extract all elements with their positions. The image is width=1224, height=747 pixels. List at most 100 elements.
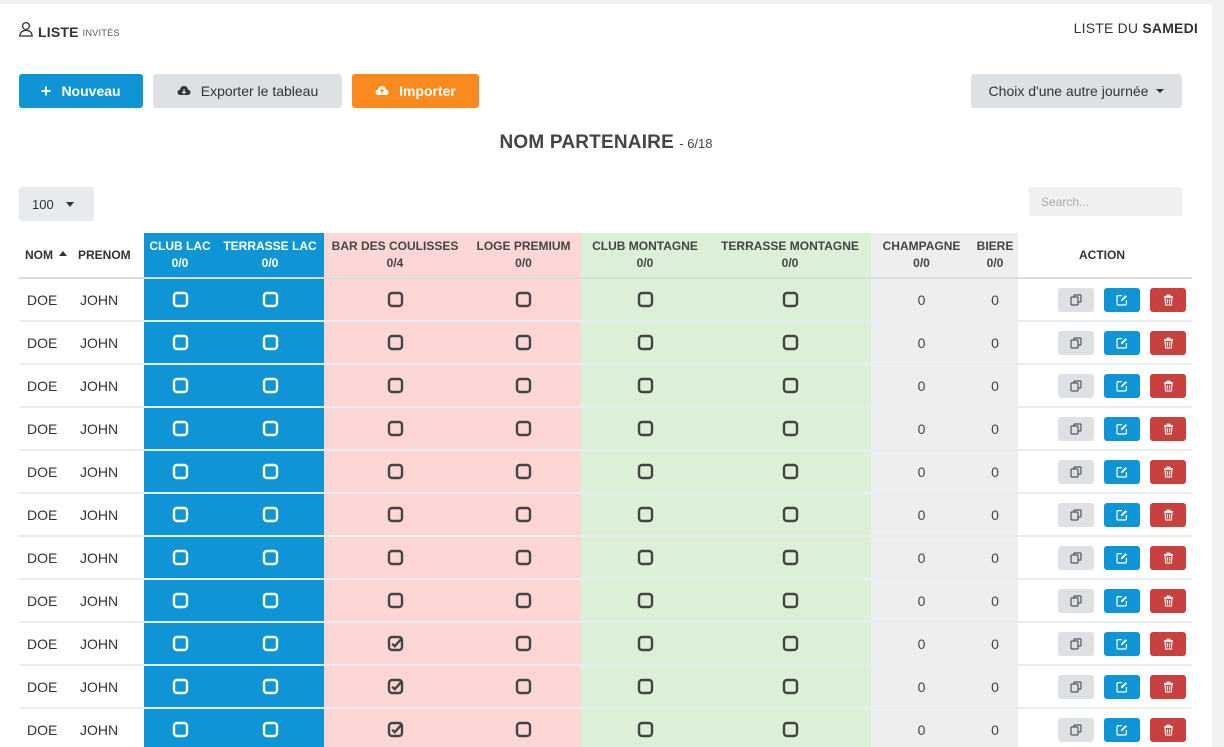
checkbox-icon[interactable] (387, 334, 404, 351)
checkbox-icon[interactable] (515, 721, 532, 738)
delete-button[interactable] (1150, 631, 1186, 656)
checkbox-icon[interactable] (262, 549, 279, 566)
duplicate-button[interactable] (1058, 416, 1094, 441)
checkbox-icon[interactable] (262, 463, 279, 480)
col-header-club-montagne[interactable]: CLUB MONTAGNE 0/0 (581, 233, 709, 279)
edit-button[interactable] (1104, 631, 1140, 656)
checkbox-icon[interactable] (782, 592, 799, 609)
col-header-terrasse-montagne[interactable]: TERRASSE MONTAGNE 0/0 (709, 233, 871, 279)
cell-biere[interactable]: 0 (972, 665, 1018, 709)
checkbox-checked-icon[interactable] (387, 635, 404, 652)
cell-champagne[interactable]: 0 (871, 407, 972, 451)
cell-biere[interactable]: 0 (972, 622, 1018, 666)
edit-button[interactable] (1104, 330, 1140, 355)
duplicate-button[interactable] (1058, 459, 1094, 484)
cell-champagne[interactable]: 0 (871, 536, 972, 580)
checkbox-icon[interactable] (637, 334, 654, 351)
page-size-select[interactable]: 100 (19, 187, 94, 221)
delete-button[interactable] (1150, 416, 1186, 441)
checkbox-icon[interactable] (172, 334, 189, 351)
cell-champagne[interactable]: 0 (871, 493, 972, 537)
edit-button[interactable] (1104, 416, 1140, 441)
checkbox-icon[interactable] (782, 635, 799, 652)
cell-biere[interactable]: 0 (972, 708, 1018, 747)
checkbox-icon[interactable] (515, 635, 532, 652)
checkbox-icon[interactable] (637, 463, 654, 480)
delete-button[interactable] (1150, 373, 1186, 398)
delete-button[interactable] (1150, 330, 1186, 355)
col-header-terrasse-lac[interactable]: TERRASSE LAC 0/0 (216, 233, 324, 279)
checkbox-icon[interactable] (262, 635, 279, 652)
checkbox-icon[interactable] (387, 506, 404, 523)
checkbox-icon[interactable] (387, 377, 404, 394)
checkbox-icon[interactable] (172, 592, 189, 609)
cell-biere[interactable]: 0 (972, 450, 1018, 494)
checkbox-icon[interactable] (515, 291, 532, 308)
cell-champagne[interactable]: 0 (871, 450, 972, 494)
edit-button[interactable] (1104, 287, 1140, 312)
checkbox-icon[interactable] (637, 377, 654, 394)
duplicate-button[interactable] (1058, 502, 1094, 527)
edit-button[interactable] (1104, 502, 1140, 527)
checkbox-icon[interactable] (262, 420, 279, 437)
checkbox-icon[interactable] (782, 721, 799, 738)
duplicate-button[interactable] (1058, 631, 1094, 656)
checkbox-icon[interactable] (637, 420, 654, 437)
checkbox-icon[interactable] (515, 506, 532, 523)
cell-champagne[interactable]: 0 (871, 708, 972, 747)
checkbox-icon[interactable] (782, 377, 799, 394)
edit-button[interactable] (1104, 588, 1140, 613)
cell-champagne[interactable]: 0 (871, 278, 972, 322)
duplicate-button[interactable] (1058, 287, 1094, 312)
duplicate-button[interactable] (1058, 373, 1094, 398)
checkbox-icon[interactable] (387, 463, 404, 480)
edit-button[interactable] (1104, 459, 1140, 484)
day-select-button[interactable]: Choix d'une autre journée (971, 74, 1182, 108)
col-header-nom[interactable]: NOM (19, 233, 72, 279)
checkbox-icon[interactable] (262, 334, 279, 351)
checkbox-icon[interactable] (637, 721, 654, 738)
checkbox-icon[interactable] (782, 334, 799, 351)
checkbox-icon[interactable] (262, 592, 279, 609)
delete-button[interactable] (1150, 717, 1186, 742)
col-header-biere[interactable]: BIERE 0/0 (972, 233, 1018, 279)
checkbox-icon[interactable] (387, 291, 404, 308)
cell-champagne[interactable]: 0 (871, 364, 972, 408)
edit-button[interactable] (1104, 674, 1140, 699)
cell-biere[interactable]: 0 (972, 364, 1018, 408)
checkbox-icon[interactable] (782, 291, 799, 308)
checkbox-icon[interactable] (515, 420, 532, 437)
checkbox-icon[interactable] (515, 592, 532, 609)
checkbox-icon[interactable] (172, 678, 189, 695)
checkbox-icon[interactable] (515, 549, 532, 566)
duplicate-button[interactable] (1058, 545, 1094, 570)
delete-button[interactable] (1150, 502, 1186, 527)
checkbox-icon[interactable] (387, 420, 404, 437)
col-header-prenom[interactable]: PRENOM (72, 233, 144, 279)
delete-button[interactable] (1150, 545, 1186, 570)
checkbox-icon[interactable] (515, 678, 532, 695)
duplicate-button[interactable] (1058, 330, 1094, 355)
delete-button[interactable] (1150, 588, 1186, 613)
checkbox-icon[interactable] (782, 549, 799, 566)
checkbox-icon[interactable] (515, 463, 532, 480)
checkbox-icon[interactable] (637, 506, 654, 523)
delete-button[interactable] (1150, 287, 1186, 312)
checkbox-icon[interactable] (637, 635, 654, 652)
checkbox-icon[interactable] (172, 420, 189, 437)
checkbox-icon[interactable] (262, 721, 279, 738)
cell-biere[interactable]: 0 (972, 493, 1018, 537)
checkbox-icon[interactable] (262, 377, 279, 394)
checkbox-icon[interactable] (172, 549, 189, 566)
cell-biere[interactable]: 0 (972, 536, 1018, 580)
duplicate-button[interactable] (1058, 717, 1094, 742)
checkbox-icon[interactable] (172, 635, 189, 652)
checkbox-icon[interactable] (515, 377, 532, 394)
duplicate-button[interactable] (1058, 674, 1094, 699)
checkbox-icon[interactable] (515, 334, 532, 351)
col-header-loge[interactable]: LOGE PREMIUM 0/0 (466, 233, 581, 279)
cell-champagne[interactable]: 0 (871, 622, 972, 666)
checkbox-icon[interactable] (782, 463, 799, 480)
checkbox-icon[interactable] (637, 592, 654, 609)
checkbox-icon[interactable] (262, 506, 279, 523)
